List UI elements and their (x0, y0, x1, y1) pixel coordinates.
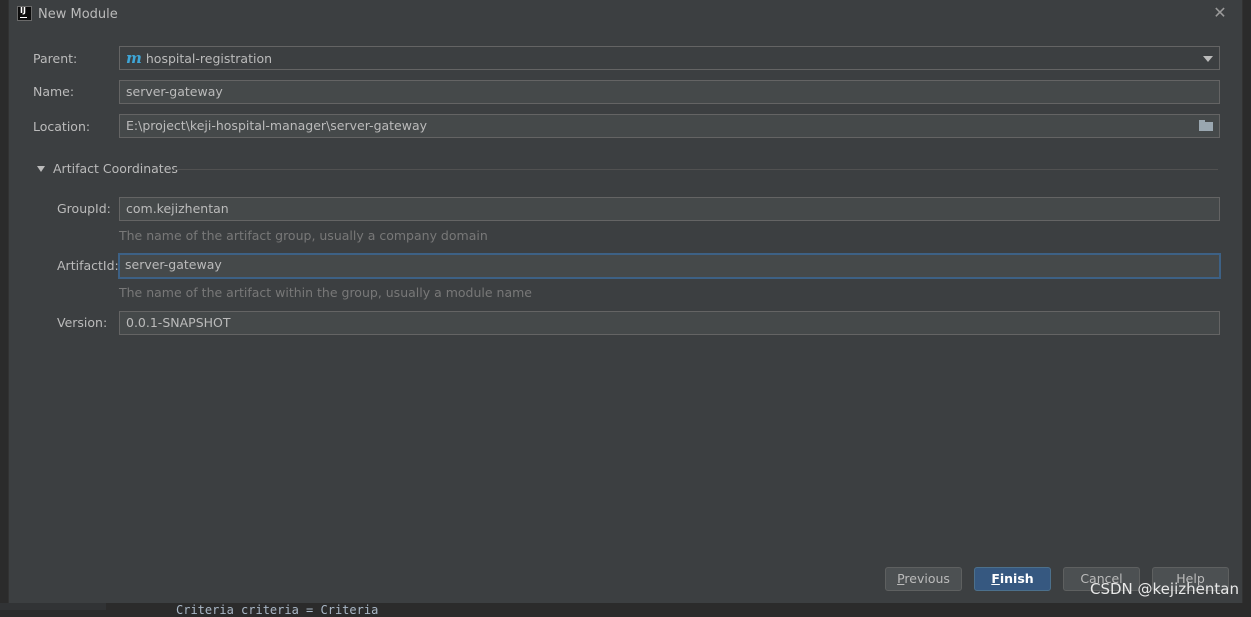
parent-combobox[interactable]: m hospital-registration (119, 46, 1220, 70)
version-label: Version: (57, 315, 108, 330)
section-separator (174, 169, 1218, 170)
artifactid-label: ArtifactId: (57, 258, 119, 273)
groupid-label: GroupId: (57, 201, 111, 216)
name-field[interactable]: server-gateway (119, 80, 1220, 104)
location-label: Location: (33, 119, 91, 134)
folder-icon[interactable] (1199, 120, 1213, 131)
dialog-title: New Module (38, 7, 118, 22)
version-value: 0.0.1-SNAPSHOT (126, 315, 231, 330)
intellij-app-icon: IJ (17, 6, 32, 21)
name-value: server-gateway (126, 84, 223, 99)
location-value: E:\project\keji-hospital-manager\server-… (126, 118, 428, 133)
artifactid-field[interactable]: server-gateway (118, 253, 1221, 279)
location-field[interactable]: E:\project\keji-hospital-manager\server-… (119, 114, 1220, 138)
new-module-dialog: IJ New Module ✕ Parent: m hospital-regist… (8, 0, 1243, 603)
previous-button[interactable]: Previous (885, 567, 962, 591)
artifact-section-title[interactable]: Artifact Coordinates (53, 161, 178, 176)
chevron-down-icon[interactable] (1203, 56, 1213, 62)
csdn-watermark: CSDN @kejizhentan (1090, 580, 1239, 598)
background-editor-code: Criteria criteria = Criteria (176, 603, 379, 617)
groupid-field[interactable]: com.kejizhentan (119, 197, 1220, 221)
version-field[interactable]: 0.0.1-SNAPSHOT (119, 311, 1220, 335)
artifactid-value: server-gateway (125, 257, 222, 272)
title-bar: IJ New Module ✕ (9, 0, 1242, 28)
close-icon[interactable]: ✕ (1211, 4, 1229, 22)
parent-value: hospital-registration (145, 51, 273, 66)
maven-module-icon: m (126, 49, 142, 67)
groupid-value: com.kejizhentan (126, 201, 229, 216)
parent-label: Parent: (33, 51, 78, 66)
name-label: Name: (33, 84, 75, 99)
artifactid-hint: The name of the artifact within the grou… (119, 285, 532, 300)
triangle-down-icon (37, 166, 45, 172)
groupid-hint: The name of the artifact group, usually … (119, 228, 488, 243)
finish-button[interactable]: Finish (974, 567, 1051, 591)
editor-gutter (0, 603, 106, 610)
